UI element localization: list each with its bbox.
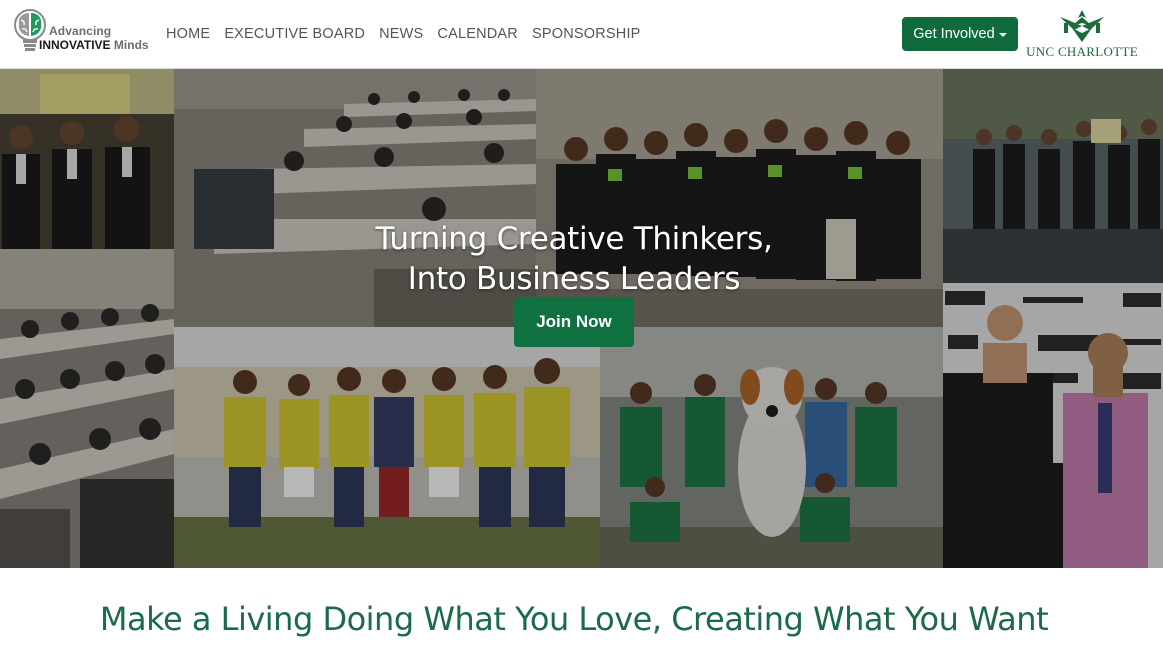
main-nav: HOME EXECUTIVE BOARD NEWS CALENDAR SPONS… [159, 25, 648, 43]
nav-home[interactable]: HOME [159, 25, 217, 43]
brand-logo[interactable]: Advancing INNOVATIVE Minds [11, 8, 156, 58]
caret-down-icon [998, 33, 1007, 37]
unc-charlotte-crest-icon [1060, 10, 1104, 42]
hero-headline-line2: Into Business Leaders [407, 260, 741, 297]
nav-executive-board[interactable]: EXECUTIVE BOARD [217, 25, 372, 43]
nav-news[interactable]: NEWS [372, 25, 430, 43]
hero-section: Turning Creative Thinkers, Into Business… [0, 69, 1163, 568]
hero-headline-line1: Turning Creative Thinkers, [375, 220, 773, 257]
join-now-button[interactable]: Join Now [514, 297, 634, 347]
hero-headline: Turning Creative Thinkers, Into Business… [0, 219, 1148, 299]
navbar: Advancing INNOVATIVE Minds HOME EXECUTIV… [0, 0, 1163, 69]
brand-name-line2: INNOVATIVE Minds [39, 38, 149, 52]
nav-calendar[interactable]: CALENDAR [430, 25, 525, 43]
get-involved-button[interactable]: Get Involved [902, 17, 1018, 51]
brand-name-strong: INNOVATIVE [39, 38, 111, 52]
unc-charlotte-label: UNC CHARLOTTE [1026, 44, 1138, 59]
brand-name-rest: Minds [113, 38, 149, 52]
unc-charlotte-logo[interactable]: UNC CHARLOTTE [1024, 8, 1140, 60]
section-tagline: Make a Living Doing What You Love, Creat… [99, 600, 1049, 638]
brand-name-line1: Advancing [49, 24, 112, 38]
get-involved-label: Get Involved [913, 26, 995, 42]
nav-sponsorship[interactable]: SPONSORSHIP [525, 25, 648, 43]
